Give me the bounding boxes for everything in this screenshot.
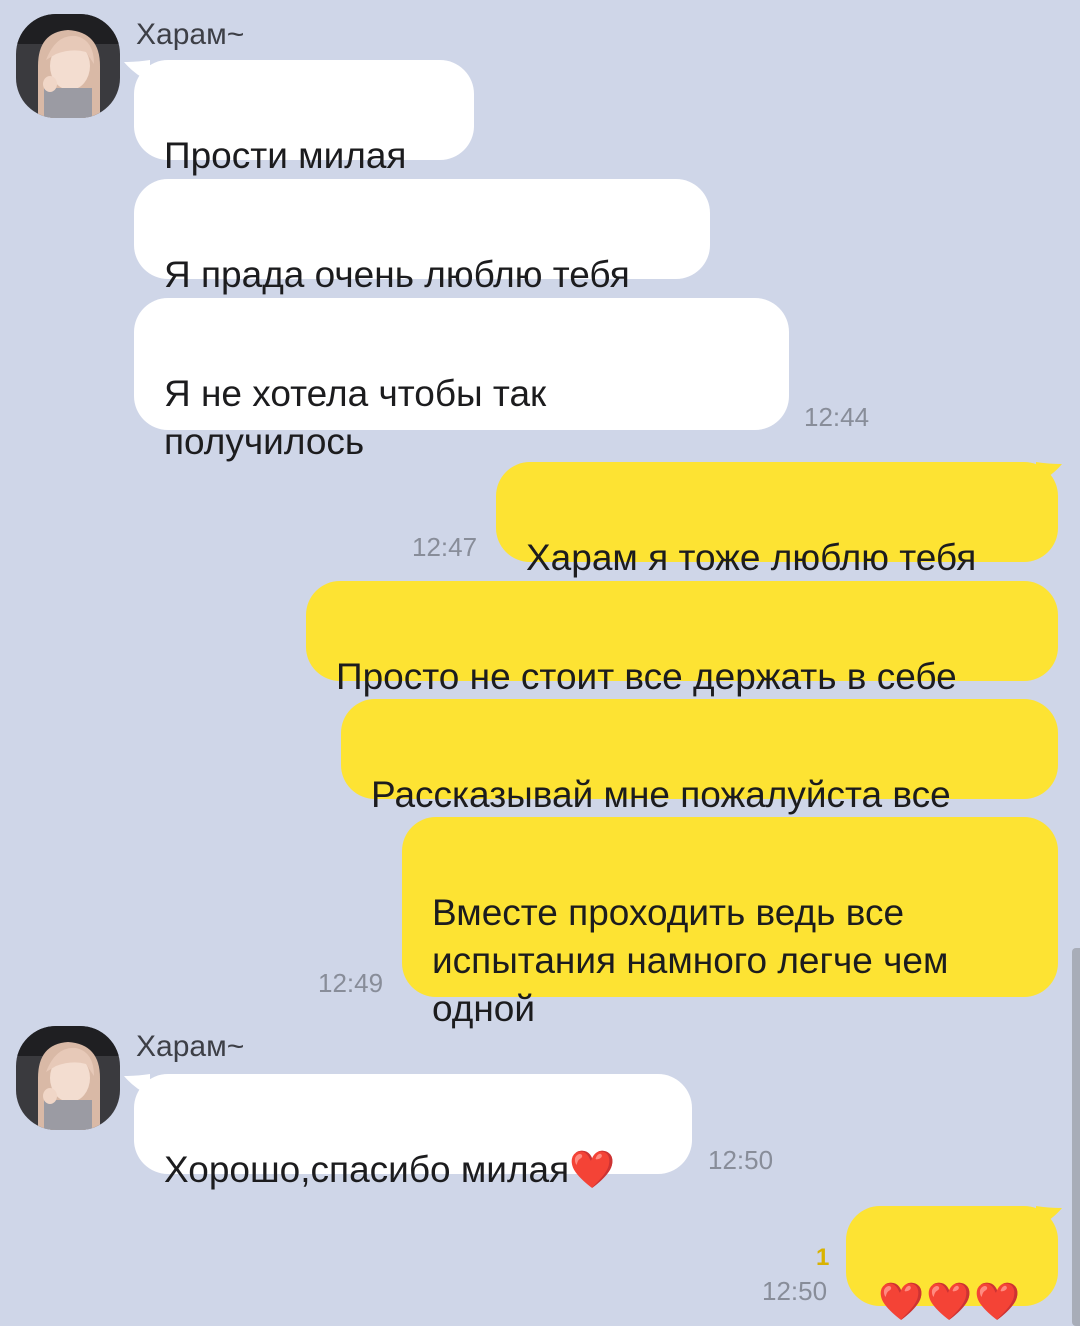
contact-avatar[interactable] xyxy=(16,1026,120,1130)
message-time: 12:50 xyxy=(762,1276,828,1306)
chat-view[interactable]: Харам~ Прости милая Я прада очень люблю … xyxy=(0,0,1080,1326)
message-bubble-incoming[interactable]: Я прада очень люблю тебя xyxy=(134,179,710,295)
message-bubble-incoming[interactable]: Хорошо,спасибо милая❤️ xyxy=(134,1074,692,1190)
contact-avatar[interactable] xyxy=(16,14,120,118)
message-text: Хорошо,спасибо милая❤️ xyxy=(164,1149,616,1190)
message-bubble-outgoing[interactable]: Вместе проходить ведь все испытания намн… xyxy=(402,817,1058,1029)
message-bubble-outgoing[interactable]: Просто не стоит все держать в себе xyxy=(306,581,1058,697)
message-time: 12:49 xyxy=(318,968,384,998)
message-text: Просто не стоит все держать в себе xyxy=(336,656,957,697)
message-text: Вместе проходить ведь все испытания намн… xyxy=(432,892,949,1029)
message-time: 12:47 xyxy=(412,532,478,562)
message-bubble-outgoing[interactable]: ❤️❤️❤️ xyxy=(846,1206,1058,1322)
message-text: Харам я тоже люблю тебя xyxy=(526,537,977,578)
message-bubble-incoming[interactable]: Я не хотела чтобы так получилось xyxy=(134,298,789,462)
message-text: Я не хотела чтобы так получилось xyxy=(164,373,547,462)
message-time: 12:50 xyxy=(708,1145,774,1175)
message-text: Я прада очень люблю тебя xyxy=(164,254,630,295)
message-text: Прости милая xyxy=(164,135,407,176)
avatar-photo xyxy=(16,14,120,118)
message-text: Рассказывай мне пожалуйста все xyxy=(371,774,951,815)
sender-name: Харам~ xyxy=(136,1030,245,1063)
message-bubble-outgoing[interactable]: Харам я тоже люблю тебя xyxy=(496,462,1058,578)
sender-name: Харам~ xyxy=(136,18,245,51)
avatar-photo xyxy=(16,1026,120,1130)
unread-count-badge: 1 xyxy=(816,1244,830,1271)
message-bubble-incoming[interactable]: Прости милая xyxy=(134,60,474,176)
message-text: ❤️❤️❤️ xyxy=(878,1281,1023,1322)
message-bubble-outgoing[interactable]: Рассказывай мне пожалуйста все xyxy=(341,699,1058,815)
message-time: 12:44 xyxy=(804,402,870,432)
scrollbar[interactable] xyxy=(1072,948,1080,1326)
